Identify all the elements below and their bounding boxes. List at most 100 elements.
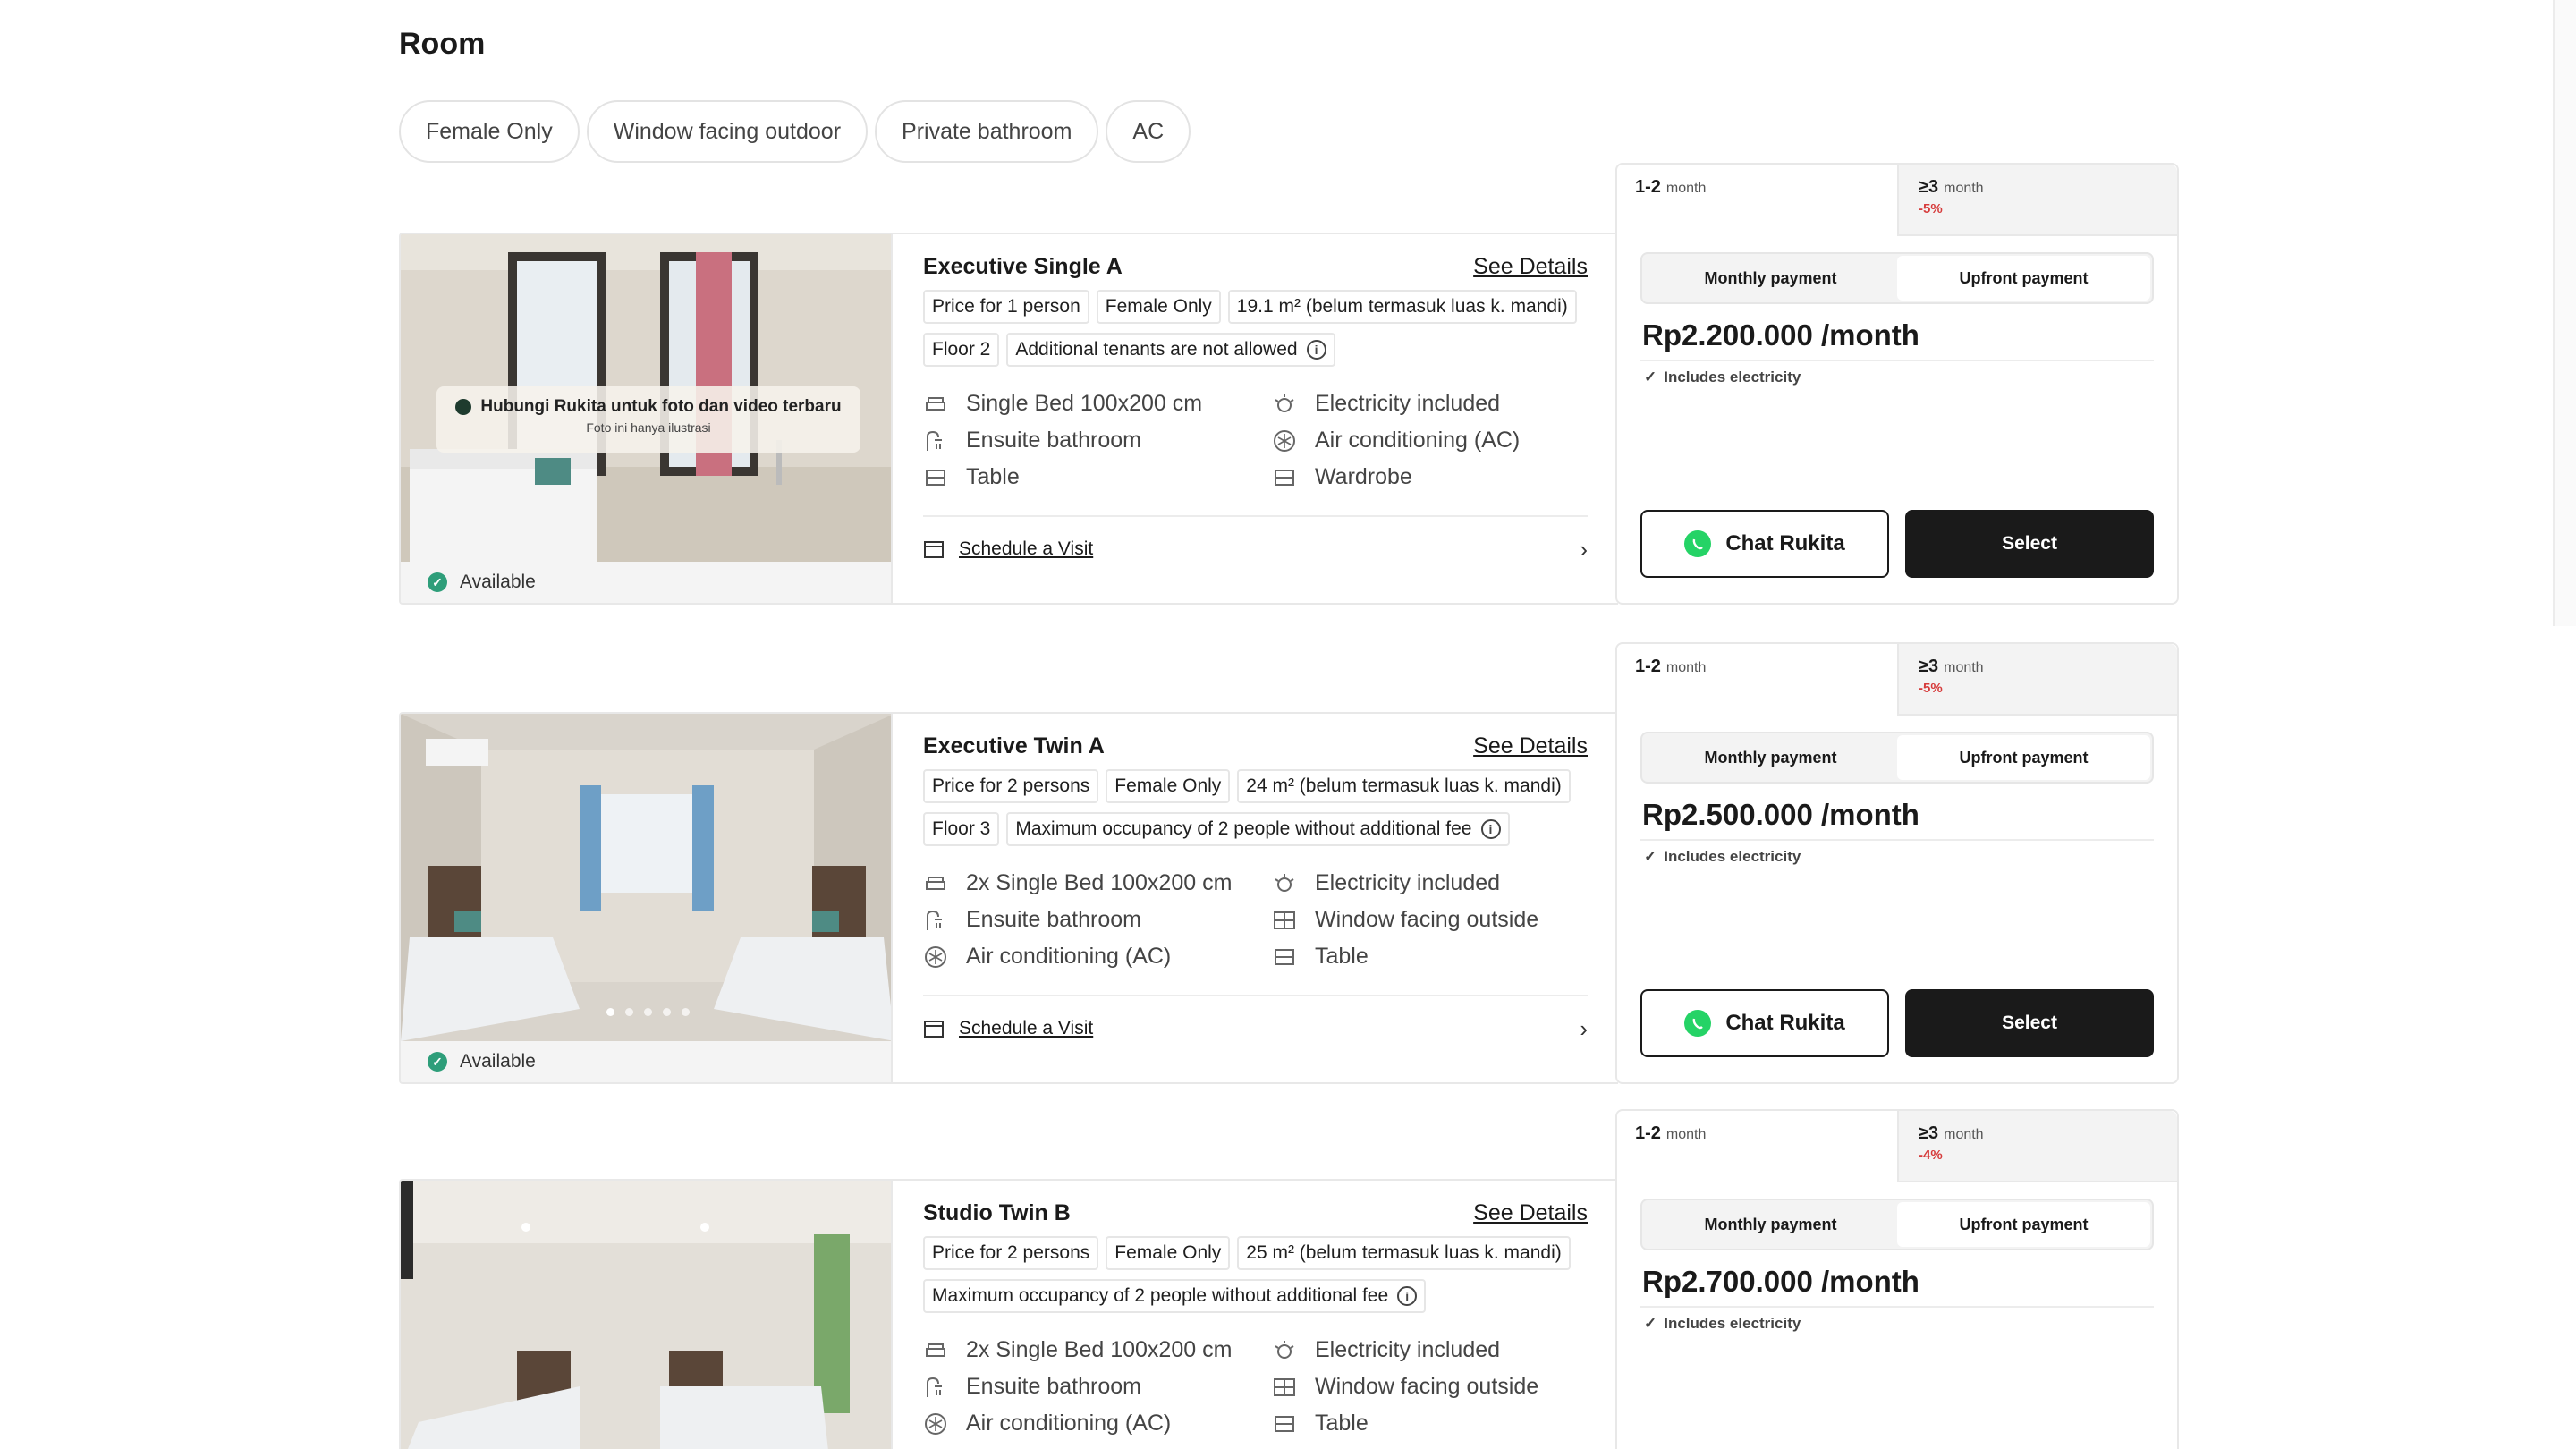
facility-label: Ensuite bathroom (966, 907, 1141, 932)
facility-label: Window facing outside (1315, 1374, 1539, 1399)
availability-label: Available (460, 1051, 536, 1072)
photo-disclaimer-subtitle: Foto ini hanya ilustrasi (586, 420, 711, 435)
window-icon (1272, 908, 1297, 933)
table-icon (923, 465, 948, 490)
payment-toggle: Monthly payment Upfront payment (1640, 1199, 2154, 1250)
facility-item: 2x Single Bed 100x200 cm (923, 1336, 1272, 1364)
tab-duration-3-month[interactable]: ≥3 month -5% (1897, 165, 2177, 236)
schedule-visit-row[interactable]: Schedule a Visit › (923, 995, 1588, 1061)
tab-duration-3-month[interactable]: ≥3 month -4% (1897, 1111, 2177, 1182)
see-details-link[interactable]: See Details (1473, 733, 1588, 759)
room-name: Executive Twin A (923, 733, 1105, 758)
shower-icon (923, 908, 948, 933)
upfront-payment-option[interactable]: Upfront payment (1897, 735, 2150, 780)
tag-occupancy-rule: Additional tenants are not allowed i (1006, 333, 1335, 367)
wardrobe-icon (1272, 465, 1297, 490)
check-icon: ✓ (1644, 369, 1657, 386)
photo-carousel-dots[interactable] (401, 1008, 891, 1016)
page-scrollbar[interactable] (2553, 0, 2576, 626)
filter-chip-female-only[interactable]: Female Only (399, 100, 580, 163)
facility-label: Window facing outside (1315, 907, 1539, 932)
upfront-payment-option[interactable]: Upfront payment (1897, 256, 2150, 301)
facility-label: Wardrobe (1315, 464, 1412, 489)
tag-floor: Floor 3 (923, 812, 1000, 846)
facility-label: Single Bed 100x200 cm (966, 391, 1203, 416)
room-tags-secondary: Maximum occupancy of 2 people without ad… (923, 1279, 1427, 1313)
filter-chip-private-bathroom[interactable]: Private bathroom (875, 100, 1099, 163)
info-icon[interactable]: i (1480, 819, 1501, 839)
room-tags-secondary: Floor 2 Additional tenants are not allow… (923, 333, 1335, 367)
room-photo-panel: ✓ Available (399, 712, 893, 1084)
schedule-visit-link[interactable]: Schedule a Visit (959, 538, 1093, 560)
room-price: Rp2.700.000 /month (1642, 1265, 1919, 1298)
select-room-button[interactable]: Select (1905, 989, 2154, 1057)
tab-duration-3-month[interactable]: ≥3 month -5% (1897, 644, 2177, 716)
room-photo[interactable] (401, 1181, 891, 1449)
facility-label: Electricity included (1315, 1337, 1501, 1362)
facility-item: Electricity included (1272, 869, 1603, 897)
tab-duration-1-2-month[interactable]: 1-2 month (1617, 1111, 1897, 1182)
duration-tabs: 1-2 month ≥3 month -5% (1617, 644, 2177, 716)
tag-price-for: Price for 2 persons (923, 1236, 1099, 1270)
facility-item: Table (1272, 1410, 1603, 1437)
includes-electricity: ✓ Includes electricity (1644, 848, 1801, 865)
room-price: Rp2.500.000 /month (1642, 798, 1919, 831)
room-photo-image (401, 1181, 891, 1449)
facility-item: Air conditioning (AC) (923, 1410, 1272, 1437)
check-circle-icon: ✓ (428, 572, 447, 592)
room-info-panel: Executive Single A See Details Price for… (893, 233, 1618, 605)
tag-occupancy-rule: Maximum occupancy of 2 people without ad… (923, 1279, 1427, 1313)
select-room-button[interactable]: Select (1905, 510, 2154, 578)
duration-tabs: 1-2 month ≥3 month -5% (1617, 165, 2177, 236)
tag-gender: Female Only (1096, 290, 1221, 324)
room-photo[interactable]: Hubungi Rukita untuk foto dan video terb… (401, 234, 891, 562)
monthly-payment-option[interactable]: Monthly payment (1644, 735, 1897, 780)
facility-item: Wardrobe (1272, 463, 1603, 491)
ac-icon (923, 945, 948, 970)
see-details-link[interactable]: See Details (1473, 254, 1588, 280)
room-tags: Price for 2 persons Female Only 25 m² (b… (923, 1236, 1571, 1270)
photo-disclaimer: Hubungi Rukita untuk foto dan video terb… (436, 386, 860, 453)
info-icon[interactable]: i (1306, 340, 1326, 360)
facility-label: Table (1315, 944, 1368, 969)
facility-label: Table (1315, 1411, 1368, 1436)
tab-duration-1-2-month[interactable]: 1-2 month (1617, 644, 1897, 716)
schedule-visit-row[interactable]: Schedule a Visit › (923, 515, 1588, 581)
upfront-payment-option[interactable]: Upfront payment (1897, 1202, 2150, 1247)
filter-chip-window-facing-outdoor[interactable]: Window facing outdoor (586, 100, 869, 163)
room-info-panel: Studio Twin B See Details Price for 2 pe… (893, 1179, 1618, 1449)
bed-icon (923, 1338, 948, 1363)
price-panel: 1-2 month ≥3 month -5% Monthly payment Upfr… (1615, 642, 2179, 1084)
facility-item: Single Bed 100x200 cm (923, 390, 1272, 418)
facility-item: Ensuite bathroom (923, 906, 1272, 934)
facility-item: 2x Single Bed 100x200 cm (923, 869, 1272, 897)
see-details-link[interactable]: See Details (1473, 1200, 1588, 1226)
monthly-payment-option[interactable]: Monthly payment (1644, 1202, 1897, 1247)
facility-list: 2x Single Bed 100x200 cm Electricity inc… (923, 869, 1603, 970)
electricity-icon (1272, 871, 1297, 896)
schedule-visit-link[interactable]: Schedule a Visit (959, 1018, 1093, 1039)
chevron-right-icon: › (1580, 1014, 1588, 1042)
info-icon[interactable]: i (1397, 1286, 1418, 1306)
availability-badge: ✓ Available (401, 1041, 891, 1082)
facility-label: Ensuite bathroom (966, 1374, 1141, 1399)
room-photo[interactable] (401, 714, 891, 1041)
discount-badge: -5% (1919, 201, 1943, 216)
monthly-payment-option[interactable]: Monthly payment (1644, 256, 1897, 301)
room-tags: Price for 2 persons Female Only 24 m² (b… (923, 769, 1571, 803)
room-price: Rp2.200.000 /month (1642, 318, 1919, 352)
chat-rukita-button[interactable]: Chat Rukita (1640, 989, 1889, 1057)
info-dot-icon (455, 399, 472, 415)
facility-label: Ensuite bathroom (966, 428, 1141, 453)
tag-gender: Female Only (1106, 1236, 1231, 1270)
filter-chip-ac[interactable]: AC (1106, 100, 1191, 163)
whatsapp-icon (1684, 1010, 1712, 1037)
shower-icon (923, 428, 948, 453)
payment-toggle: Monthly payment Upfront payment (1640, 732, 2154, 784)
includes-electricity: ✓ Includes electricity (1644, 1315, 1801, 1332)
chat-rukita-button[interactable]: Chat Rukita (1640, 510, 1889, 578)
tab-duration-1-2-month[interactable]: 1-2 month (1617, 165, 1897, 236)
electricity-icon (1272, 392, 1297, 417)
facility-list: Single Bed 100x200 cm Electricity includ… (923, 390, 1603, 491)
facility-label: Air conditioning (AC) (1315, 428, 1521, 453)
